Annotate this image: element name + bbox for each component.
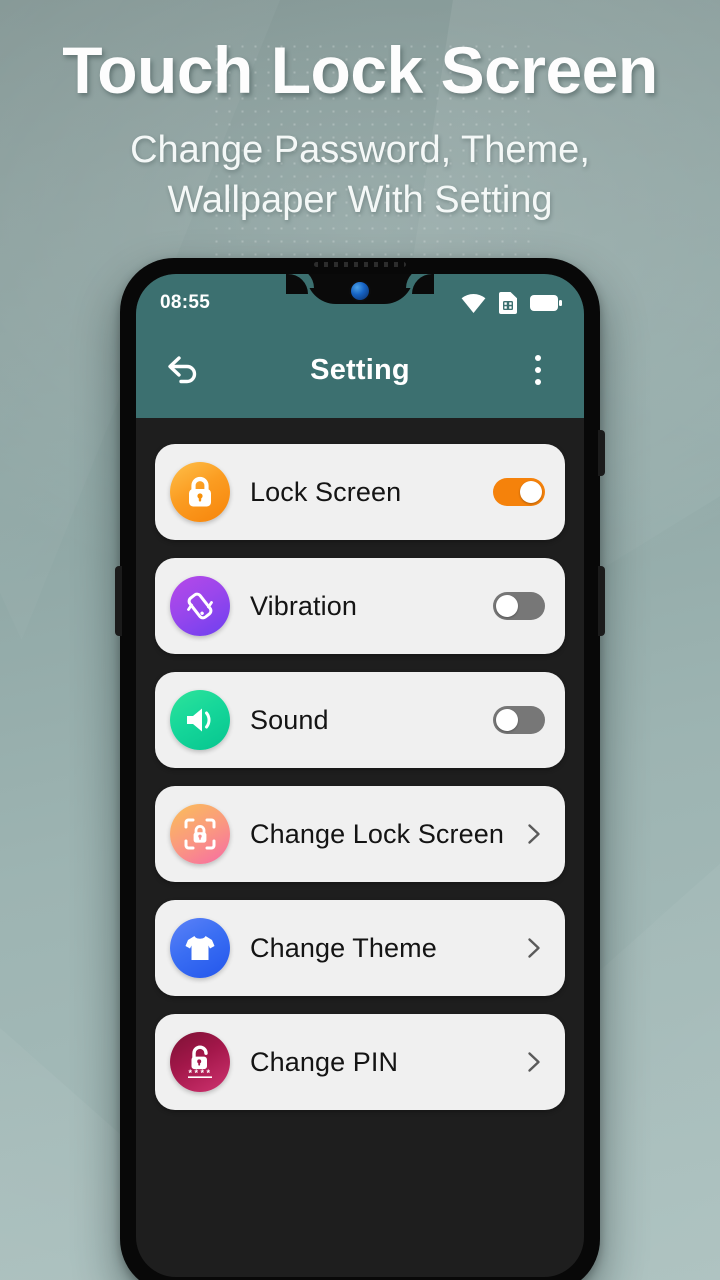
setting-row-change-theme[interactable]: Change Theme bbox=[155, 900, 565, 996]
promo-subtitle-line-1: Change Password, Theme, bbox=[130, 129, 590, 172]
front-camera-icon bbox=[351, 282, 369, 300]
wifi-icon bbox=[461, 293, 486, 313]
scan-frame-lock-icon bbox=[170, 804, 230, 864]
settings-list: Lock Screen Vibration Sound Change Lock … bbox=[136, 418, 584, 1110]
setting-row-change-pin[interactable]: * * * * Change PIN bbox=[155, 1014, 565, 1110]
vibration-toggle[interactable] bbox=[493, 592, 545, 620]
phone-vibrate-icon bbox=[170, 576, 230, 636]
setting-label: Lock Screen bbox=[250, 476, 402, 507]
chevron-right-icon[interactable] bbox=[523, 823, 545, 845]
tshirt-icon bbox=[170, 918, 230, 978]
padlock-open-asterisks-icon: * * * * bbox=[170, 1032, 230, 1092]
setting-control bbox=[493, 706, 545, 734]
menu-dot bbox=[535, 367, 541, 373]
earpiece-speaker-grille bbox=[314, 262, 406, 267]
overflow-menu-icon[interactable] bbox=[516, 347, 560, 393]
promo-subtitle-line-2: Wallpaper With Setting bbox=[167, 179, 553, 222]
setting-label: Sound bbox=[250, 704, 329, 735]
setting-control bbox=[523, 1051, 545, 1073]
setting-row-sound[interactable]: Sound bbox=[155, 672, 565, 768]
setting-label: Change Lock Screen bbox=[250, 818, 504, 849]
menu-dot bbox=[535, 379, 541, 385]
status-bar-clock: 08:55 bbox=[160, 292, 211, 313]
setting-row-lock-screen[interactable]: Lock Screen bbox=[155, 444, 565, 540]
left-side-button[interactable] bbox=[115, 566, 122, 636]
promo-subtitle: Change Password, Theme, Wallpaper With S… bbox=[0, 125, 720, 225]
power-button[interactable] bbox=[598, 430, 605, 476]
volume-button[interactable] bbox=[598, 566, 605, 636]
phone-screen: 08:55 Setting Lock Screen Vibration Soun… bbox=[136, 274, 584, 1277]
sound-toggle[interactable] bbox=[493, 706, 545, 734]
setting-control bbox=[523, 823, 545, 845]
setting-control bbox=[523, 937, 545, 959]
setting-label: Change PIN bbox=[250, 1046, 399, 1077]
toggle-knob bbox=[520, 481, 542, 503]
setting-row-vibration[interactable]: Vibration bbox=[155, 558, 565, 654]
sim-card-icon bbox=[499, 292, 517, 314]
waterdrop-notch bbox=[286, 274, 434, 304]
toggle-knob bbox=[496, 595, 518, 617]
status-bar-icons bbox=[461, 292, 562, 314]
setting-label: Vibration bbox=[250, 590, 357, 621]
phone-mockup: 08:55 Setting Lock Screen Vibration Soun… bbox=[115, 258, 605, 1280]
lock-screen-toggle[interactable] bbox=[493, 478, 545, 506]
promo-title: Touch Lock Screen bbox=[62, 33, 658, 107]
setting-label: Change Theme bbox=[250, 932, 437, 963]
battery-icon bbox=[530, 295, 562, 311]
setting-row-change-lock-screen[interactable]: Change Lock Screen bbox=[155, 786, 565, 882]
app-bar-title-row: Setting bbox=[136, 322, 584, 418]
setting-control bbox=[493, 592, 545, 620]
toggle-knob bbox=[496, 709, 518, 731]
setting-control bbox=[493, 478, 545, 506]
padlock-closed-icon bbox=[170, 462, 230, 522]
chevron-right-icon[interactable] bbox=[523, 937, 545, 959]
menu-dot bbox=[535, 355, 541, 361]
promo-text-block: Touch Lock Screen Change Password, Theme… bbox=[0, 0, 720, 226]
speaker-volume-icon bbox=[170, 690, 230, 750]
chevron-right-icon[interactable] bbox=[523, 1051, 545, 1073]
back-arrow-icon[interactable] bbox=[160, 347, 206, 393]
